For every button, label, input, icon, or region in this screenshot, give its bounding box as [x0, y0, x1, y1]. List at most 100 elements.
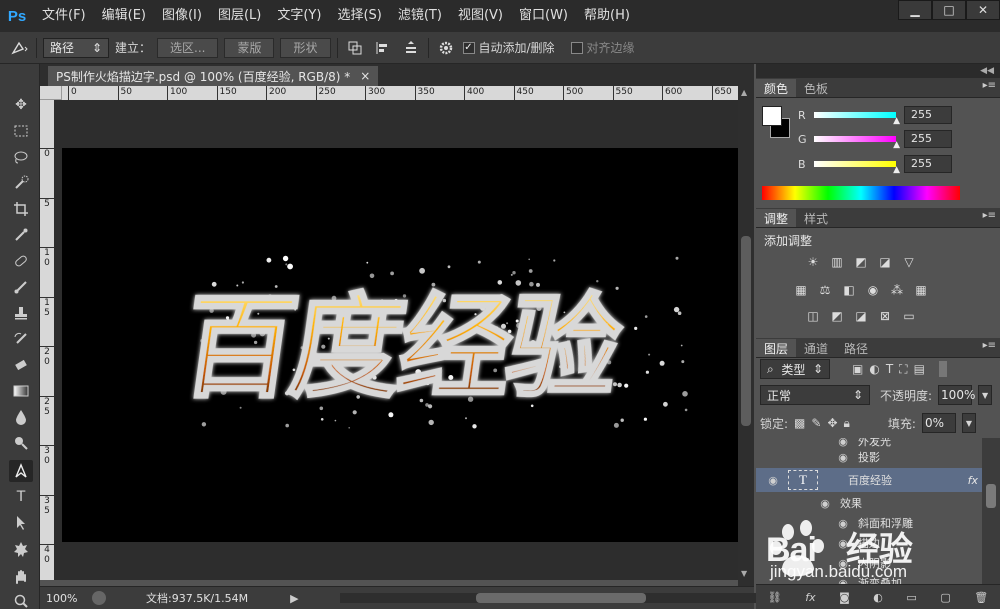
- make-shape-button[interactable]: 形状: [280, 37, 331, 58]
- slider-handle-icon[interactable]: ▲: [893, 116, 900, 126]
- menu-window[interactable]: 窗口(W): [511, 0, 576, 32]
- hue-saturation-icon[interactable]: ▦: [792, 282, 810, 298]
- photo-filter-icon[interactable]: ◉: [864, 282, 882, 298]
- pen-tool-preset-icon[interactable]: [8, 37, 30, 59]
- red-value-field[interactable]: 255: [904, 106, 952, 124]
- trash-icon[interactable]: 🗑︎: [974, 591, 988, 604]
- layer-row-selected[interactable]: ◉ T 百度经验 fx: [756, 468, 982, 492]
- lock-image-icon[interactable]: ✎: [811, 416, 821, 430]
- scroll-thumb[interactable]: [741, 236, 751, 426]
- eye-icon[interactable]: ◉: [836, 576, 850, 585]
- ruler-origin[interactable]: [40, 86, 62, 100]
- tab-styles[interactable]: 样式: [796, 209, 836, 227]
- eye-icon[interactable]: ◉: [836, 450, 850, 464]
- new-adjustment-icon[interactable]: ◐: [873, 591, 883, 604]
- close-button[interactable]: ✕: [966, 0, 1000, 20]
- blend-mode-select[interactable]: 正常 ⇕: [760, 385, 870, 405]
- tab-adjustments[interactable]: 调整: [756, 209, 797, 227]
- eye-icon[interactable]: ◉: [818, 496, 832, 510]
- black-white-icon[interactable]: ◧: [840, 282, 858, 298]
- checkbox-checked-icon[interactable]: ✓: [462, 41, 475, 54]
- vertical-ruler[interactable]: 0 5 1 0 1 5 2 0 2 5 3 0 3 5 4 0: [40, 100, 54, 580]
- filter-pixel-icon[interactable]: ▣: [852, 362, 863, 376]
- slider-handle-icon[interactable]: ▲: [893, 140, 900, 150]
- fill-field[interactable]: 0%: [921, 413, 956, 433]
- fx-icon[interactable]: fx: [968, 474, 978, 487]
- eye-icon[interactable]: ◉: [836, 516, 850, 530]
- scroll-up-icon[interactable]: ▲: [741, 88, 747, 97]
- eraser-tool-icon[interactable]: [9, 354, 33, 376]
- gradient-map-icon[interactable]: ▭: [900, 308, 918, 324]
- gradient-tool-icon[interactable]: [9, 380, 33, 402]
- eye-icon[interactable]: ◉: [766, 473, 780, 487]
- tab-channels[interactable]: 通道: [796, 339, 836, 357]
- path-alignment-icon[interactable]: [372, 37, 394, 59]
- scroll-thumb[interactable]: [476, 593, 646, 603]
- canvas-workspace[interactable]: 百度经验: [54, 100, 738, 580]
- layer-filter-select[interactable]: ⌕ 类型 ⇕: [760, 359, 830, 379]
- horizontal-ruler[interactable]: 0 50 100 150 200 250 300 350 400 450 500 550 600 650: [62, 86, 738, 100]
- filter-type-icon[interactable]: T: [886, 362, 893, 376]
- tab-paths[interactable]: 路径: [836, 339, 876, 357]
- brush-tool-icon[interactable]: [9, 276, 33, 298]
- filter-smart-object-icon[interactable]: ▤: [914, 362, 925, 376]
- checkbox-unchecked-icon[interactable]: [570, 41, 583, 54]
- pen-tool-icon[interactable]: [9, 460, 33, 482]
- lock-all-icon[interactable]: 🔒︎: [844, 416, 850, 431]
- tab-swatches[interactable]: 色板: [796, 79, 836, 97]
- collapse-arrows-icon[interactable]: ◀◀: [980, 66, 994, 76]
- panel-collapse-strip[interactable]: ◀◀: [756, 64, 1000, 78]
- path-mode-select[interactable]: 路径 ⇕: [43, 37, 109, 58]
- selective-color-icon[interactable]: ⊠: [876, 308, 894, 324]
- levels-icon[interactable]: ▥: [828, 254, 846, 270]
- filter-toggle-icon[interactable]: [938, 361, 947, 377]
- panel-menu-icon[interactable]: ▸≡: [983, 340, 996, 351]
- eyedropper-tool-icon[interactable]: [9, 224, 33, 246]
- opacity-dropdown-icon[interactable]: ▼: [978, 385, 993, 405]
- vertical-scrollbar[interactable]: ▲ ▼: [738, 86, 754, 586]
- minimize-button[interactable]: ▁: [898, 0, 932, 20]
- zoom-level[interactable]: 100%: [46, 592, 92, 605]
- layer-effect-row[interactable]: ◉ 内阴影: [756, 552, 982, 574]
- menu-edit[interactable]: 编辑(E): [94, 0, 154, 32]
- path-selection-tool-icon[interactable]: [9, 512, 33, 534]
- lasso-tool-icon[interactable]: [9, 146, 33, 168]
- tab-layers[interactable]: 图层: [756, 339, 797, 357]
- status-menu-arrow-icon[interactable]: ▶: [290, 592, 298, 605]
- green-slider[interactable]: ▲: [814, 136, 900, 150]
- blur-tool-icon[interactable]: [9, 406, 33, 428]
- color-lookup-icon[interactable]: ▦: [912, 282, 930, 298]
- make-selection-button[interactable]: 选区...: [157, 37, 219, 58]
- crop-tool-icon[interactable]: [9, 198, 33, 220]
- maximize-button[interactable]: □: [932, 0, 966, 20]
- foreground-color-swatch[interactable]: [762, 106, 782, 126]
- path-arrangement-icon[interactable]: [400, 37, 422, 59]
- add-mask-icon[interactable]: ◙: [839, 591, 850, 604]
- document-canvas[interactable]: 百度经验: [62, 148, 738, 542]
- lock-transparency-icon[interactable]: ▩: [794, 416, 805, 430]
- link-layers-icon[interactable]: ⛓: [768, 591, 782, 604]
- exposure-icon[interactable]: ◪: [876, 254, 894, 270]
- hand-tool-icon[interactable]: [9, 566, 33, 588]
- menu-help[interactable]: 帮助(H): [576, 0, 638, 32]
- layer-effect-row[interactable]: ◉ 斜面和浮雕: [756, 512, 982, 534]
- opacity-field[interactable]: 100%: [938, 385, 975, 405]
- history-brush-tool-icon[interactable]: [9, 328, 33, 350]
- menu-image[interactable]: 图像(I): [154, 0, 210, 32]
- status-info-icon[interactable]: [92, 591, 106, 605]
- new-layer-icon[interactable]: ▢: [940, 591, 950, 604]
- color-spectrum-bar[interactable]: [762, 186, 960, 200]
- eye-icon[interactable]: ◉: [836, 536, 850, 550]
- custom-shape-tool-icon[interactable]: [9, 538, 33, 560]
- menu-view[interactable]: 视图(V): [450, 0, 511, 32]
- effects-group-row[interactable]: ◉ 效果: [756, 492, 982, 514]
- invert-icon[interactable]: ◫: [804, 308, 822, 324]
- slider-handle-icon[interactable]: ▲: [893, 165, 900, 175]
- green-value-field[interactable]: 255: [904, 130, 952, 148]
- path-operations-icon[interactable]: [344, 37, 366, 59]
- eye-icon[interactable]: ◉: [836, 556, 850, 570]
- menu-layer[interactable]: 图层(L): [210, 0, 269, 32]
- fill-dropdown-icon[interactable]: ▼: [961, 413, 976, 433]
- menu-file[interactable]: 文件(F): [34, 0, 94, 32]
- zoom-tool-icon[interactable]: [9, 590, 33, 609]
